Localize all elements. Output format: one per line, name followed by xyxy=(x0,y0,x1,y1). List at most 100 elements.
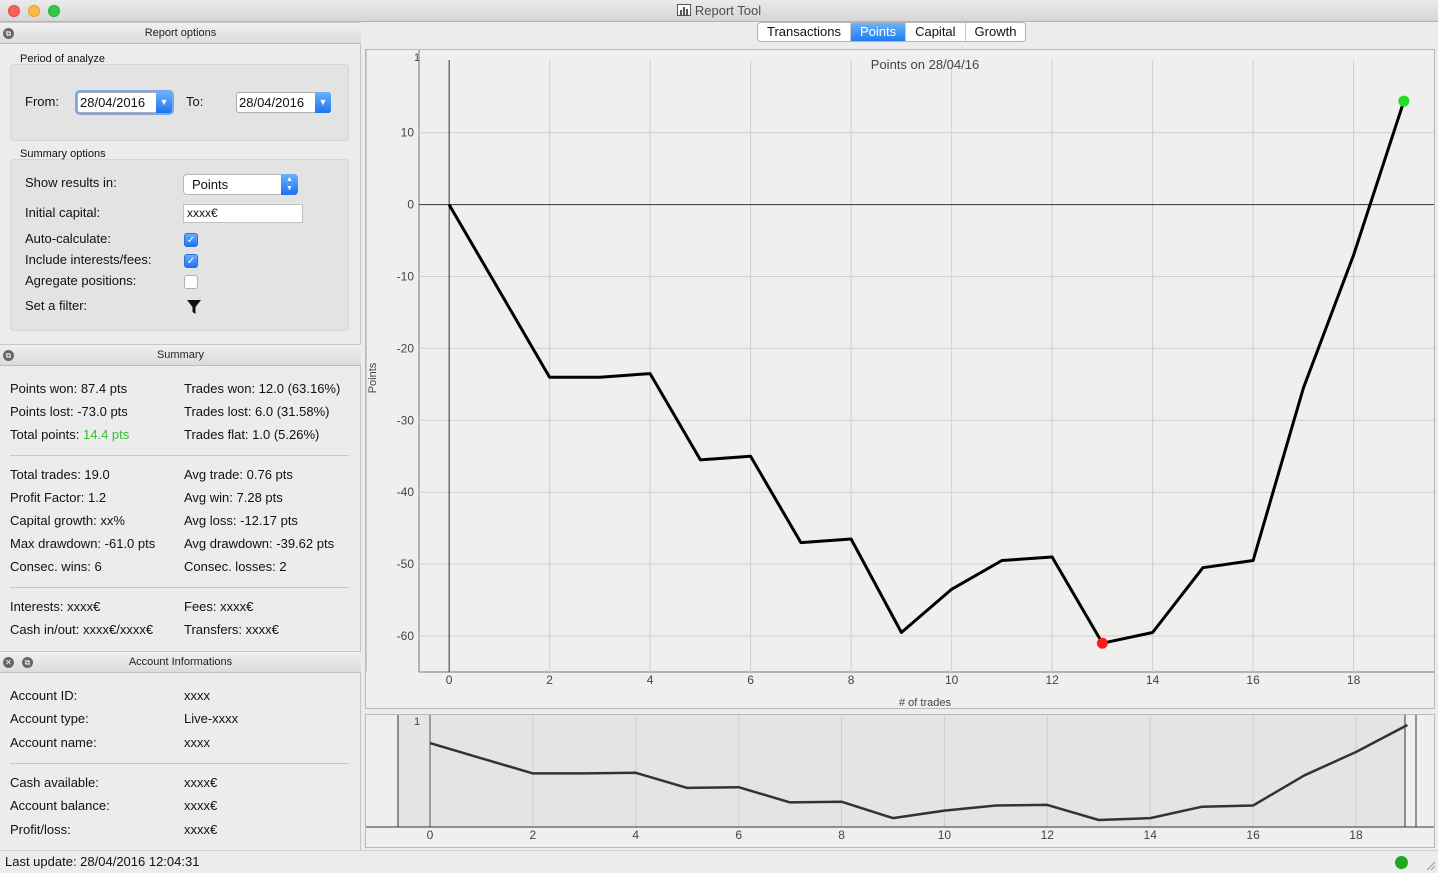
resize-grip-icon[interactable] xyxy=(1426,861,1436,871)
account-type-label: Account type: xyxy=(10,711,89,726)
y-axis-label: Points xyxy=(367,362,379,393)
total-points-value: 14.4 pts xyxy=(83,427,130,442)
account-id-value: xxxx xyxy=(184,688,210,703)
filter-label: Set a filter: xyxy=(25,298,88,313)
close-icon[interactable]: ✕ xyxy=(3,657,14,668)
up-down-arrows-icon: ▲ ▼ xyxy=(281,174,298,195)
overview-ticks: 0 2 4 6 8 10 12 14 16 18 xyxy=(427,828,1363,842)
report-options-header: ⧉ Report options xyxy=(0,22,361,44)
chevron-down-icon[interactable]: ▼ xyxy=(156,92,172,113)
divider xyxy=(10,763,349,764)
to-date-picker[interactable]: 28/04/2016 ▼ xyxy=(236,92,331,113)
overview-tick-label: 4 xyxy=(632,828,639,842)
points-won-text: Points won: 87.4 pts xyxy=(10,381,128,396)
y-tick-label: -50 xyxy=(397,557,415,571)
overview-chart[interactable]: 1 0 2 4 6 8 10 12 14 16 18 xyxy=(365,714,1435,848)
account-name-label: Account name: xyxy=(10,735,97,750)
overview-corner-label: 1 xyxy=(414,716,420,728)
overview-tick-label: 6 xyxy=(735,828,742,842)
float-dock-icon[interactable]: ⧉ xyxy=(22,657,33,668)
x-tick-label: 14 xyxy=(1146,673,1160,687)
points-chart-svg[interactable]: 1 Points on 28/04/16 # of trades Points … xyxy=(365,50,1434,709)
overview-chart-svg[interactable]: 1 0 2 4 6 8 10 12 14 16 18 xyxy=(366,715,1434,847)
min-point-marker xyxy=(1096,637,1108,649)
overview-tick-label: 2 xyxy=(530,828,537,842)
account-header: ✕ ⧉ Account Informations xyxy=(0,651,361,673)
period-group-title: Period of analyze xyxy=(20,53,105,65)
chart-tabs: Transactions Points Capital Growth xyxy=(757,22,1027,42)
consec-wins-text: Consec. wins: 6 xyxy=(10,559,102,574)
x-tick-label: 18 xyxy=(1347,673,1361,687)
cash-inout-text: Cash in/out: xxxx€/xxxx€ xyxy=(10,622,154,637)
title-bar: Report Tool xyxy=(0,0,1438,22)
report-options-title: Report options xyxy=(144,27,217,39)
status-bar: Last update: 28/04/2016 12:04:31 xyxy=(0,850,1438,873)
y-tick-label: -20 xyxy=(397,341,415,355)
initial-capital-input[interactable]: xxxx€ xyxy=(183,204,303,223)
show-results-label: Show results in: xyxy=(25,175,117,190)
max-point-marker xyxy=(1398,95,1410,107)
x-tick-label: 2 xyxy=(546,673,553,687)
avg-drawdown-text: Avg drawdown: -39.62 pts xyxy=(184,536,335,551)
y-tick-label: -40 xyxy=(397,485,415,499)
y-tick-label: 10 xyxy=(401,126,415,140)
filter-icon[interactable] xyxy=(186,299,202,315)
interests-text: Interests: xxxx€ xyxy=(10,599,101,614)
chart-title: Points on 28/04/16 xyxy=(871,57,979,72)
overview-tick-label: 10 xyxy=(938,828,952,842)
points-series-line xyxy=(447,100,1406,645)
profit-loss-value: xxxx€ xyxy=(184,822,218,837)
float-dock-icon[interactable]: ⧉ xyxy=(3,28,14,39)
initial-capital-label: Initial capital: xyxy=(25,205,101,220)
summary-options-title: Summary options xyxy=(20,148,106,160)
show-results-select[interactable]: Points ▲ ▼ xyxy=(183,174,298,195)
auto-calculate-checkbox[interactable]: ✓ xyxy=(184,233,198,247)
overview-tick-label: 14 xyxy=(1144,828,1158,842)
float-dock-icon[interactable]: ⧉ xyxy=(3,350,14,361)
include-fees-checkbox[interactable]: ✓ xyxy=(184,254,198,268)
tab-capital[interactable]: Capital xyxy=(906,23,966,41)
show-results-value: Points xyxy=(192,177,229,192)
x-axis-label: # of trades xyxy=(899,697,951,708)
last-update-text: Last update: 28/04/2016 12:04:31 xyxy=(5,854,200,869)
overview-selection[interactable] xyxy=(398,715,1405,827)
trades-flat-text: Trades flat: 1.0 (5.26%) xyxy=(184,427,320,442)
from-date-value: 28/04/2016 xyxy=(80,95,146,110)
cash-available-label: Cash available: xyxy=(10,775,99,790)
chart-app-icon xyxy=(676,4,691,16)
overview-tick-label: 18 xyxy=(1349,828,1363,842)
x-tick-label: 10 xyxy=(945,673,959,687)
summary-title: Summary xyxy=(156,349,205,361)
fees-text: Fees: xxxx€ xyxy=(184,599,254,614)
points-chart[interactable]: 1 Points on 28/04/16 # of trades Points … xyxy=(365,49,1435,709)
capital-growth-text: Capital growth: xx% xyxy=(10,513,125,528)
tab-points[interactable]: Points xyxy=(850,23,907,41)
total-trades-text: Total trades: 19.0 xyxy=(10,467,110,482)
consec-losses-text: Consec. losses: 2 xyxy=(184,559,287,574)
auto-calculate-label: Auto-calculate: xyxy=(25,231,111,246)
x-tick-label: 12 xyxy=(1045,673,1059,687)
tab-growth[interactable]: Growth xyxy=(966,23,1026,41)
x-tick-label: 16 xyxy=(1246,673,1260,687)
profit-factor-text: Profit Factor: 1.2 xyxy=(10,490,107,505)
window-title: Report Tool xyxy=(694,3,762,18)
aggregate-checkbox[interactable] xyxy=(184,275,198,289)
y-tick-label: -10 xyxy=(397,270,415,284)
divider xyxy=(10,455,349,456)
max-drawdown-text: Max drawdown: -61.0 pts xyxy=(10,536,156,551)
trades-won-text: Trades won: 12.0 (63.16%) xyxy=(184,381,341,396)
x-tick-label: 4 xyxy=(647,673,654,687)
divider xyxy=(10,587,349,588)
tab-transactions[interactable]: Transactions xyxy=(758,23,851,41)
chevron-down-icon[interactable]: ▼ xyxy=(315,92,331,113)
transfers-text: Transfers: xxxx€ xyxy=(184,622,279,637)
y-tick-label: 0 xyxy=(407,198,414,212)
summary-header: ⧉ Summary xyxy=(0,344,361,366)
cash-available-value: xxxx€ xyxy=(184,775,218,790)
aggregate-label: Agregate positions: xyxy=(25,273,137,288)
points-lost-text: Points lost: -73.0 pts xyxy=(10,404,128,419)
account-balance-value: xxxx€ xyxy=(184,798,218,813)
overview-tick-label: 16 xyxy=(1246,828,1260,842)
include-fees-label: Include interests/fees: xyxy=(25,252,152,267)
from-date-picker[interactable]: 28/04/2016 ▼ xyxy=(77,92,172,113)
